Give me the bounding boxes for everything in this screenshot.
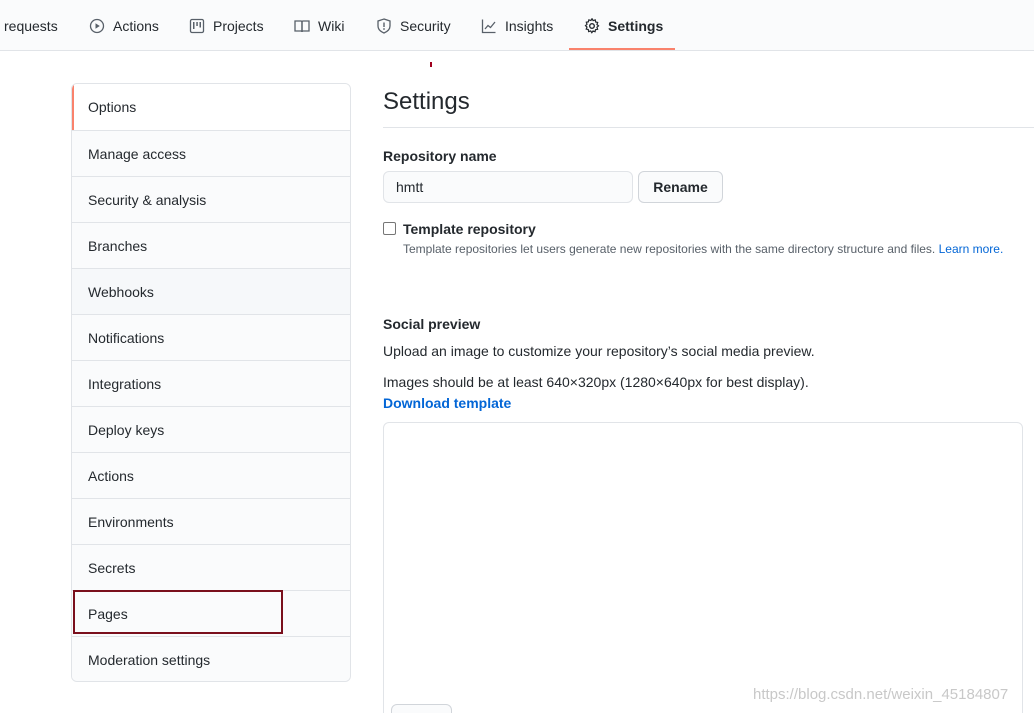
- tab-label: Actions: [113, 17, 159, 34]
- sidebar-item-environments[interactable]: Environments: [72, 498, 350, 544]
- book-icon: [294, 18, 310, 34]
- tab-security[interactable]: Security: [376, 0, 451, 51]
- tab-label: Insights: [505, 17, 554, 34]
- tab-label: Projects: [213, 17, 264, 34]
- sidebar-item-actions[interactable]: Actions: [72, 452, 350, 498]
- title-divider: [383, 127, 1034, 128]
- sidebar-item-integrations[interactable]: Integrations: [72, 360, 350, 406]
- sidebar-item-pages[interactable]: Pages: [72, 590, 350, 636]
- template-repository-note: Template repositories let users generate…: [403, 242, 1003, 256]
- sidebar-item-label: Moderation settings: [88, 651, 211, 668]
- sidebar-item-label: Branches: [88, 237, 148, 254]
- tab-settings[interactable]: Settings: [584, 0, 663, 51]
- sidebar-item-branches[interactable]: Branches: [72, 222, 350, 268]
- tab-insights[interactable]: Insights: [481, 0, 553, 51]
- cursor-mark: [430, 62, 432, 67]
- tab-label: Security: [400, 17, 451, 34]
- tab-label: Wiki: [318, 17, 345, 34]
- page-title: Settings: [383, 88, 470, 115]
- tab-projects[interactable]: Projects: [189, 0, 264, 51]
- play-icon: [89, 18, 105, 34]
- tab-actions[interactable]: Actions: [89, 0, 159, 51]
- sidebar-item-manage-access[interactable]: Manage access: [72, 130, 350, 176]
- sidebar-item-secrets[interactable]: Secrets: [72, 544, 350, 590]
- sidebar-item-options[interactable]: Options: [72, 84, 350, 130]
- graph-icon: [481, 18, 497, 34]
- sidebar-item-moderation-settings[interactable]: Moderation settings: [72, 636, 350, 681]
- sidebar-item-label: Notifications: [88, 329, 165, 346]
- sidebar-item-label: Webhooks: [88, 283, 154, 300]
- download-template-link[interactable]: Download template: [383, 395, 511, 411]
- edit-preview-button[interactable]: [391, 704, 452, 713]
- sidebar-item-deploy-keys[interactable]: Deploy keys: [72, 406, 350, 452]
- tab-wiki[interactable]: Wiki: [294, 0, 344, 51]
- repo-nav-bar: requests Actions Projects Wiki Security …: [0, 0, 1034, 51]
- sidebar-item-label: Environments: [88, 513, 174, 530]
- rename-button[interactable]: Rename: [638, 171, 723, 203]
- sidebar-item-label: Security & analysis: [88, 191, 207, 208]
- sidebar-item-label: Deploy keys: [88, 421, 165, 438]
- tab-pull-requests[interactable]: requests: [4, 0, 58, 51]
- sidebar-item-label: Secrets: [88, 559, 136, 576]
- sidebar-item-label: Options: [88, 99, 137, 115]
- repository-name-label: Repository name: [383, 148, 497, 164]
- shield-icon: [376, 17, 392, 34]
- gear-icon: [584, 17, 600, 34]
- tab-label: requests: [4, 17, 58, 34]
- settings-sidebar: Options Manage access Security & analysi…: [71, 83, 351, 682]
- project-icon: [189, 18, 205, 34]
- social-preview-image-box: [383, 422, 1023, 713]
- template-repository-checkbox[interactable]: [383, 222, 396, 235]
- sidebar-item-label: Actions: [88, 467, 134, 484]
- template-note-text: Template repositories let users generate…: [403, 242, 936, 256]
- sidebar-item-notifications[interactable]: Notifications: [72, 314, 350, 360]
- watermark: https://blog.csdn.net/weixin_45184807: [753, 686, 1009, 703]
- sidebar-item-security-analysis[interactable]: Security & analysis: [72, 176, 350, 222]
- social-preview-description: Upload an image to customize your reposi…: [383, 343, 815, 359]
- learn-more-link[interactable]: Learn more.: [939, 242, 1004, 256]
- selected-tab-underline: [569, 48, 675, 50]
- sidebar-item-label: Manage access: [88, 145, 187, 162]
- sidebar-item-label: Pages: [88, 605, 128, 622]
- social-preview-heading: Social preview: [383, 316, 481, 332]
- social-preview-requirements: Images should be at least 640×320px (128…: [383, 374, 809, 390]
- sidebar-item-label: Integrations: [88, 375, 162, 392]
- sidebar-item-webhooks[interactable]: Webhooks: [72, 268, 350, 314]
- repository-name-input[interactable]: [383, 171, 633, 203]
- template-repository-label: Template repository: [403, 221, 536, 237]
- tab-label: Settings: [608, 17, 664, 34]
